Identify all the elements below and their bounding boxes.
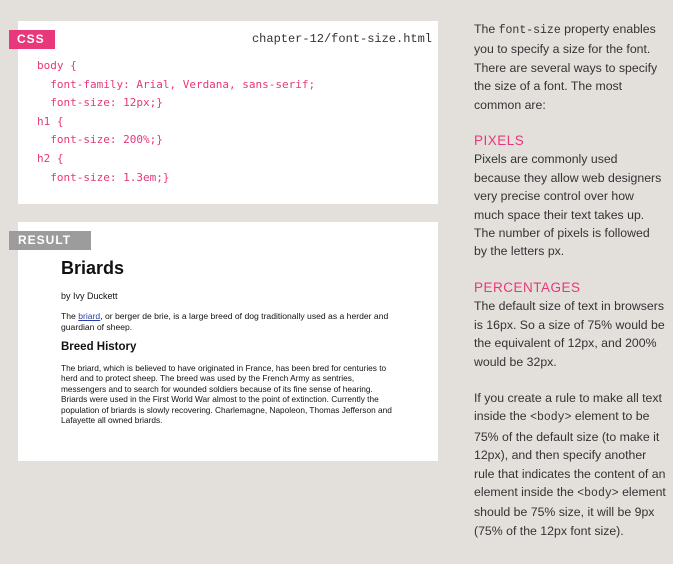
result-byline: by Ivy Duckett: [61, 291, 118, 301]
body-code-1: <body>: [530, 411, 572, 425]
pixels-heading: PIXELS: [474, 133, 525, 149]
rule-explanation: If you create a rule to make all text in…: [474, 389, 666, 540]
sidebar-intro-pre: The: [474, 22, 499, 36]
percentages-text: The default size of text in browsers is …: [474, 299, 665, 369]
filename-label: chapter-12/font-size.html: [251, 32, 432, 46]
intro-text-post: , or berger de brie, is a large breed of…: [61, 311, 389, 332]
sidebar-intro: The font-size property enables you to sp…: [474, 20, 666, 114]
css-code-block: body { font-family: Arial, Verdana, sans…: [37, 59, 316, 184]
result-panel: RESULT Briards by Ivy Duckett The briard…: [9, 222, 438, 461]
css-panel: CSS chapter-12/font-size.html body { fon…: [9, 21, 438, 204]
result-tag: RESULT: [9, 231, 91, 250]
pixels-text: Pixels are commonly used because they al…: [474, 152, 662, 259]
css-tag: CSS: [9, 30, 55, 49]
intro-text-pre: The: [61, 311, 79, 321]
body-code-2: <body>: [577, 486, 619, 500]
font-size-code: font-size: [498, 24, 561, 37]
result-intro-paragraph: The briard, or berger de brie, is a larg…: [61, 311, 401, 332]
result-document: Briards by Ivy Duckett The briard, or be…: [61, 258, 401, 425]
sidebar-explanation: The font-size property enables you to sp…: [474, 20, 666, 540]
result-body-paragraph: The briard, which is believed to have or…: [61, 363, 392, 426]
result-heading-1: Briards: [61, 258, 125, 278]
briard-link[interactable]: briard: [78, 311, 100, 321]
percentages-heading: PERCENTAGES: [474, 279, 581, 295]
result-heading-2: Breed History: [61, 341, 137, 353]
